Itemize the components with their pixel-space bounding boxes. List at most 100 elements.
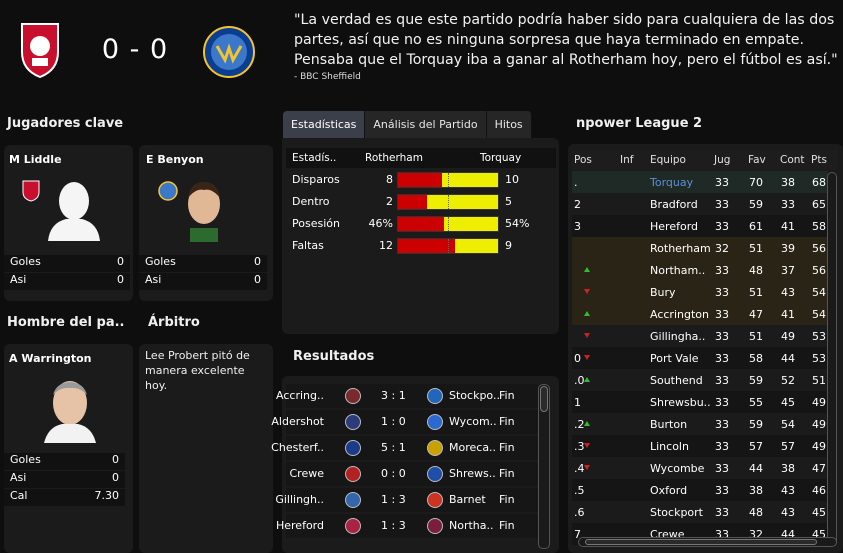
result-row[interactable]: Accring.. 3 : 1 Stockpo.. Fin xyxy=(276,384,538,408)
league-goals-against: 41 xyxy=(781,220,795,233)
league-team[interactable]: Stockport xyxy=(650,506,703,519)
league-scroll-thumb[interactable] xyxy=(585,539,817,545)
league-row[interactable]: 2 Bradford 33 59 33 65 xyxy=(572,193,828,215)
result-row[interactable]: Aldershot 1 : 0 Wycom.. Fin xyxy=(271,410,538,434)
league-team[interactable]: Rotherham xyxy=(650,242,711,255)
league-team[interactable]: Accrington xyxy=(650,308,709,321)
result-score: 1 : 3 xyxy=(381,519,406,532)
league-team[interactable]: Lincoln xyxy=(650,440,689,453)
league-goals-for: 59 xyxy=(749,198,763,211)
league-goals-for: 47 xyxy=(749,308,763,321)
result-home-team[interactable]: Accring.. xyxy=(276,389,324,402)
stat-row: Asi 0 xyxy=(4,273,130,290)
key-player-card-1[interactable]: M Liddle Goles 0 Asi 0 xyxy=(4,145,133,301)
result-home-team[interactable]: Crewe xyxy=(290,467,325,480)
league-team[interactable]: Southend xyxy=(650,374,703,387)
home-share-fill xyxy=(398,239,455,253)
home-club-badge-icon xyxy=(345,440,361,456)
league-points: 45 xyxy=(812,506,826,519)
league-row[interactable]: Northam.. 33 48 37 56 xyxy=(572,259,828,281)
league-team[interactable]: Bradford xyxy=(650,198,698,211)
league-row[interactable]: .0 Southend 33 59 52 51 xyxy=(572,369,828,391)
league-pos: .5 xyxy=(574,484,585,497)
tab-hitos[interactable]: Hitos xyxy=(486,111,532,138)
league-scrollbar-horizontal[interactable] xyxy=(578,537,837,547)
league-pos: .6 xyxy=(574,506,585,519)
league-goals-for: 55 xyxy=(749,396,763,409)
result-status: Fin xyxy=(499,467,515,480)
stat-row: Goles 0 xyxy=(4,453,125,470)
result-home-team[interactable]: Aldershot xyxy=(271,415,324,428)
tab-analisis[interactable]: Análisis del Partido xyxy=(365,111,487,138)
key-player-card-2[interactable]: E Benyon Goles 0 Asi 0 xyxy=(139,145,273,301)
league-team[interactable]: Burton xyxy=(650,418,687,431)
league-row[interactable]: 0 Port Vale 33 58 44 53 xyxy=(572,347,828,369)
league-team[interactable]: Bury xyxy=(650,286,676,299)
league-row[interactable]: .2 Burton 33 59 54 49 xyxy=(572,413,828,435)
league-team[interactable]: Oxford xyxy=(650,484,687,497)
league-row[interactable]: .5 Oxford 33 38 43 46 xyxy=(572,479,828,501)
league-played: 33 xyxy=(715,352,729,365)
league-scrollbar-vertical[interactable] xyxy=(827,172,837,546)
stats-home-header: Rotherham xyxy=(365,152,423,164)
result-home-team[interactable]: Hereford xyxy=(276,519,324,532)
col-equipo: Equipo xyxy=(650,154,686,166)
league-row[interactable]: .3 Lincoln 33 57 57 49 xyxy=(572,435,828,457)
stats-row: Disparos 8 10 xyxy=(286,169,556,190)
league-team[interactable]: Northam.. xyxy=(650,264,705,277)
league-row[interactable]: 3 Hereford 33 61 41 58 xyxy=(572,215,828,237)
league-goals-for: 61 xyxy=(749,220,763,233)
result-row[interactable]: Hereford 1 : 3 Northa.. Fin xyxy=(276,514,538,538)
result-row[interactable]: Chesterf.. 5 : 1 Moreca.. Fin xyxy=(271,436,538,460)
league-row[interactable]: Accrington 33 47 41 54 xyxy=(572,303,828,325)
league-goals-for: 59 xyxy=(749,418,763,431)
league-row[interactable]: .6 Stockport 33 48 43 45 xyxy=(572,501,828,523)
league-team[interactable]: Port Vale xyxy=(650,352,699,365)
results-title: Resultados xyxy=(293,349,375,364)
league-team[interactable]: Torquay xyxy=(650,176,693,189)
stat-home-value: 8 xyxy=(386,173,393,186)
result-away-team[interactable]: Moreca.. xyxy=(449,441,496,454)
result-row[interactable]: Gillingh.. 1 : 3 Barnet Fin xyxy=(275,488,538,512)
result-home-team[interactable]: Chesterf.. xyxy=(271,441,324,454)
league-points: 56 xyxy=(812,242,826,255)
league-goals-against: 45 xyxy=(781,396,795,409)
league-row[interactable]: Gillingha.. 33 51 49 53 xyxy=(572,325,828,347)
league-row[interactable]: . Torquay 33 70 38 68 xyxy=(572,171,828,193)
home-share-fill xyxy=(398,195,427,209)
result-away-team[interactable]: Shrews.. xyxy=(449,467,496,480)
result-row[interactable]: Crewe 0 : 0 Shrews.. Fin xyxy=(286,462,538,486)
stats-row: Faltas 12 9 xyxy=(286,235,556,256)
away-team-crest[interactable] xyxy=(203,26,255,78)
tab-estadisticas[interactable]: Estadísticas xyxy=(283,111,366,138)
result-score: 1 : 0 xyxy=(381,415,406,428)
league-row[interactable]: .4 Wycombe 33 44 38 47 xyxy=(572,457,828,479)
league-played: 33 xyxy=(715,176,729,189)
result-away-team[interactable]: Northa.. xyxy=(449,519,494,532)
league-points: 68 xyxy=(812,176,826,189)
home-team-crest[interactable] xyxy=(18,22,62,79)
man-of-match-card[interactable]: A Warrington Goles 0 Asi 0 Cal 7.30 xyxy=(4,344,133,553)
league-team[interactable]: Wycombe xyxy=(650,462,704,475)
home-share-fill xyxy=(398,217,444,231)
result-status: Fin xyxy=(499,441,515,454)
result-away-team[interactable]: Stockpo.. xyxy=(449,389,500,402)
stat-away-value: 10 xyxy=(505,173,519,186)
trend-up-icon xyxy=(584,267,590,272)
results-scroll-thumb[interactable] xyxy=(540,386,548,412)
league-goals-for: 51 xyxy=(749,242,763,255)
league-row[interactable]: Rotherham 32 51 39 56 xyxy=(572,237,828,259)
league-goals-for: 48 xyxy=(749,506,763,519)
club-badge-icon xyxy=(22,180,40,205)
result-home-team[interactable]: Gillingh.. xyxy=(275,493,324,506)
result-away-team[interactable]: Barnet xyxy=(449,493,486,506)
league-team[interactable]: Shrewsbu.. xyxy=(650,396,711,409)
league-goals-for: 38 xyxy=(749,484,763,497)
result-away-team[interactable]: Wycom.. xyxy=(449,415,497,428)
league-row[interactable]: Bury 33 51 43 54 xyxy=(572,281,828,303)
league-team[interactable]: Hereford xyxy=(650,220,698,233)
league-row[interactable]: 1 Shrewsbu.. 33 55 45 49 xyxy=(572,391,828,413)
key-players-title: Jugadores clave xyxy=(7,116,124,131)
league-team[interactable]: Gillingha.. xyxy=(650,330,705,343)
results-scrollbar[interactable] xyxy=(538,384,550,549)
